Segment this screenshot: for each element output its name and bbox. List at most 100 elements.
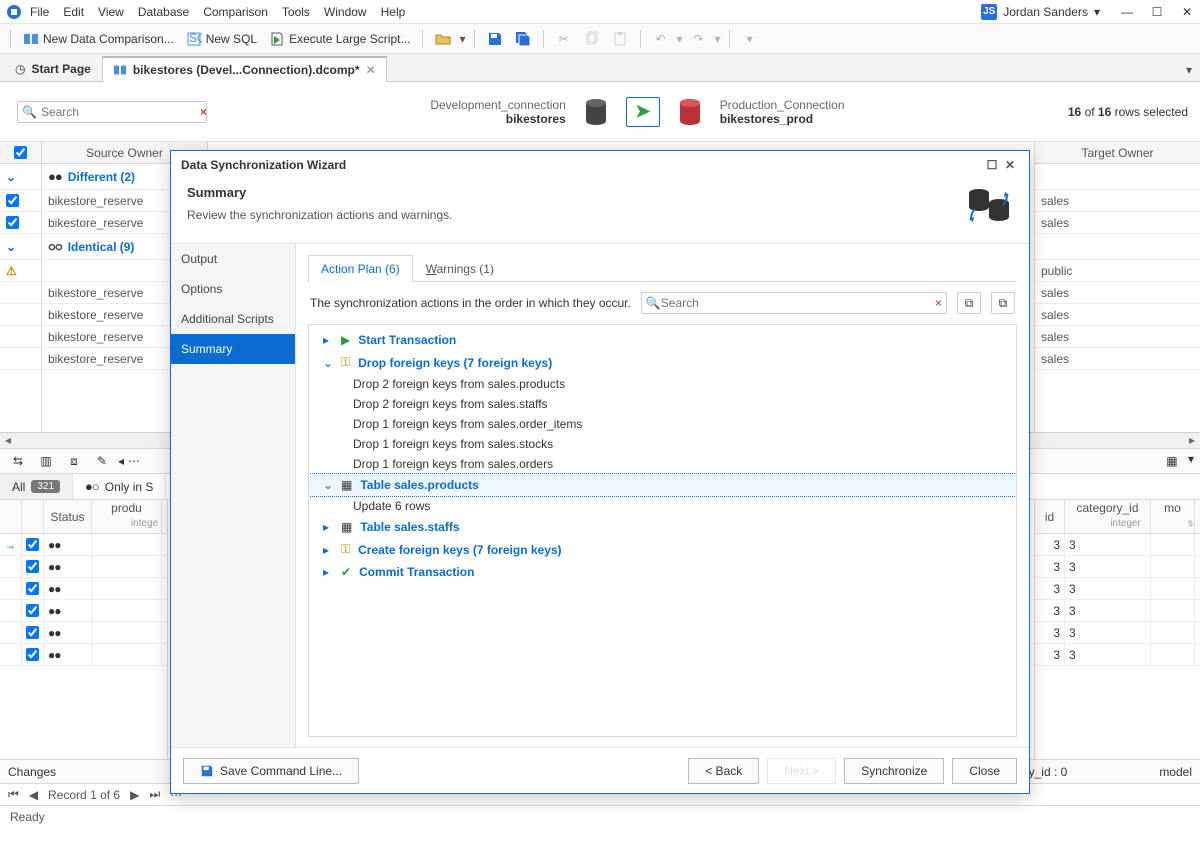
node-commit[interactable]: Commit Transaction [359, 565, 474, 579]
tab-action-plan[interactable]: Action Plan (6) [308, 255, 413, 282]
undo-button[interactable]: ↶ [649, 30, 673, 48]
chevron-down-icon[interactable]: ⌄ [323, 356, 333, 370]
layout-button[interactable]: ⧈ [62, 452, 86, 471]
grid-row[interactable]: sales [1035, 304, 1200, 326]
search-field[interactable] [41, 105, 196, 119]
redo-dropdown-icon[interactable]: ▾ [715, 32, 721, 46]
dialog-close-button[interactable]: ✕ [1001, 158, 1019, 172]
paste-button[interactable] [608, 29, 632, 49]
plan-search-input[interactable]: 🔍 × [641, 292, 947, 314]
clear-search-icon[interactable]: × [200, 105, 207, 119]
menu-view[interactable]: View [98, 5, 124, 19]
save-command-line-button[interactable]: Save Command Line... [183, 758, 359, 784]
dialog-maximize-button[interactable]: ☐ [983, 158, 1001, 172]
chevron-right-icon[interactable]: ▸ [323, 333, 333, 347]
wizard-step-summary[interactable]: Summary [171, 334, 295, 364]
menu-database[interactable]: Database [138, 5, 189, 19]
menu-comparison[interactable]: Comparison [203, 5, 268, 19]
row-checkbox[interactable] [6, 216, 19, 229]
view-dropdown-icon[interactable]: ▾ [1188, 452, 1194, 470]
scroll-right-button[interactable]: ▸ [1184, 433, 1200, 448]
row-checkbox[interactable] [26, 560, 39, 573]
new-comparison-button[interactable]: New Data Comparison... [19, 29, 178, 49]
user-dropdown-icon[interactable]: ▾ [1094, 5, 1100, 19]
chevron-down-icon[interactable]: ⌄ [6, 170, 16, 184]
filter-tab-all[interactable]: All 321 [0, 474, 73, 499]
save-all-button[interactable] [511, 29, 535, 49]
undo-dropdown-icon[interactable]: ▾ [677, 32, 683, 46]
different-group-label[interactable]: Different (2) [68, 170, 135, 184]
wizard-step-output[interactable]: Output [171, 244, 295, 274]
copy-button[interactable] [580, 29, 604, 49]
row-checkbox[interactable] [26, 538, 39, 551]
nav-prev-icon[interactable]: ◀ [29, 788, 38, 802]
nav-first-icon[interactable]: ⏮ [8, 787, 19, 802]
columns-button[interactable]: ▥ [34, 452, 58, 470]
node-create-fk[interactable]: Create foreign keys (7 foreign keys) [358, 543, 561, 557]
node-drop-fk[interactable]: Drop foreign keys (7 foreign keys) [358, 356, 552, 370]
grid-row[interactable]: sales [1035, 212, 1200, 234]
grid-row[interactable]: sales [1035, 282, 1200, 304]
node-table-staffs[interactable]: Table sales.staffs [360, 520, 459, 534]
menu-help[interactable]: Help [381, 5, 406, 19]
open-dropdown-icon[interactable]: ▾ [459, 32, 465, 46]
tab-document[interactable]: bikestores (Devel...Connection).dcomp* ✕ [102, 56, 387, 82]
save-button[interactable] [483, 29, 507, 49]
grid-view-button[interactable]: ▦ [1160, 452, 1184, 470]
redo-button[interactable]: ↷ [687, 30, 711, 48]
filter-tab-only-source[interactable]: ●○ Only in S [73, 474, 166, 499]
row-checkbox[interactable] [26, 582, 39, 595]
menu-window[interactable]: Window [324, 5, 367, 19]
node-start-transaction[interactable]: Start Transaction [358, 333, 456, 347]
next-button[interactable]: Next > [767, 758, 836, 784]
menu-edit[interactable]: Edit [63, 5, 84, 19]
select-all-checkbox[interactable] [14, 146, 27, 159]
user-name[interactable]: Jordan Sanders [1003, 5, 1088, 19]
sync-button[interactable]: ⇆ [6, 452, 30, 470]
chevron-right-icon[interactable]: ▸ [323, 543, 333, 557]
row-checkbox[interactable] [6, 194, 19, 207]
menu-tools[interactable]: Tools [282, 5, 310, 19]
open-button[interactable] [431, 29, 455, 49]
copy-plan-button[interactable]: ⧉ [957, 292, 981, 314]
chevron-down-icon[interactable]: ⌄ [323, 478, 333, 492]
cut-button[interactable]: ✂ [552, 30, 576, 48]
edit-button[interactable]: ✎ [90, 452, 114, 470]
grid-row[interactable]: sales [1035, 326, 1200, 348]
tab-start-page[interactable]: ◷ Start Page [4, 56, 102, 81]
new-sql-button[interactable]: SQL New SQL [182, 29, 261, 49]
tab-close-icon[interactable]: ✕ [366, 63, 376, 77]
more-icon[interactable]: ⋯ [128, 454, 140, 468]
execute-script-button[interactable]: Execute Large Script... [265, 29, 414, 49]
close-window-button[interactable]: ✕ [1180, 5, 1194, 19]
chevron-right-icon[interactable]: ▸ [323, 565, 333, 579]
row-checkbox[interactable] [26, 648, 39, 661]
grid-row[interactable]: public [1035, 260, 1200, 282]
plan-search-field[interactable] [661, 296, 935, 310]
maximize-button[interactable]: ☐ [1150, 5, 1164, 19]
chevron-right-icon[interactable]: ▸ [323, 520, 333, 534]
grid-row[interactable]: sales [1035, 190, 1200, 212]
export-plan-button[interactable]: ⧉ [991, 292, 1015, 314]
chevron-down-icon[interactable]: ⌄ [6, 240, 16, 254]
wizard-step-options[interactable]: Options [171, 274, 295, 304]
synchronize-button[interactable]: Synchronize [844, 758, 944, 784]
nav-next-icon[interactable]: ▶ [130, 788, 139, 802]
sync-direction-button[interactable]: ➤ [626, 97, 660, 127]
scroll-left-button[interactable]: ◂ [0, 433, 16, 448]
node-table-products[interactable]: Table sales.products [360, 478, 478, 492]
collapse-left-icon[interactable]: ◂ [118, 454, 124, 468]
search-input[interactable]: 🔍 × [17, 101, 207, 123]
clear-search-icon[interactable]: × [935, 296, 942, 310]
tabs-overflow-icon[interactable]: ▾ [1178, 59, 1200, 81]
tab-warnings[interactable]: Warnings (1) [413, 255, 507, 282]
grid-row[interactable]: sales [1035, 348, 1200, 370]
minimize-button[interactable]: — [1120, 5, 1134, 19]
back-button[interactable]: < Back [688, 758, 759, 784]
close-button[interactable]: Close [952, 758, 1017, 784]
wizard-step-scripts[interactable]: Additional Scripts [171, 304, 295, 334]
menu-file[interactable]: File [30, 5, 49, 19]
more-button[interactable]: ▾ [738, 30, 762, 48]
row-checkbox[interactable] [26, 604, 39, 617]
row-checkbox[interactable] [26, 626, 39, 639]
